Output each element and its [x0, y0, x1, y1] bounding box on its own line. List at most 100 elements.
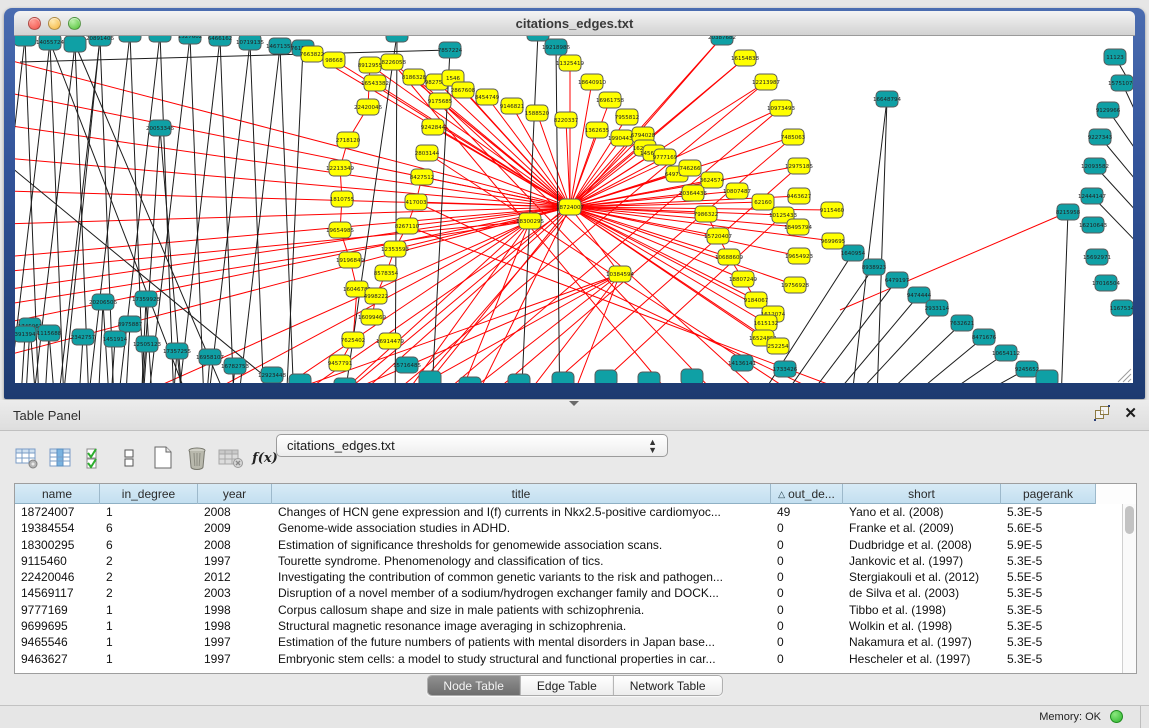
selected-node-9175685[interactable]: 9175685	[428, 93, 453, 109]
selected-node-9457791[interactable]: 9457791	[328, 355, 353, 371]
node-1115688[interactable]: 1115688	[37, 325, 62, 341]
selected-node-1588520[interactable]: 1588520	[525, 105, 550, 121]
selected-node-16961758[interactable]: 16961758	[596, 92, 624, 108]
selected-node-11325419[interactable]: 11325419	[556, 55, 584, 71]
node-1640954[interactable]: 1640954	[841, 245, 866, 261]
node-1527602[interactable]: 1527602	[178, 36, 203, 44]
selected-node-9115460[interactable]: 9115460	[820, 202, 845, 218]
column-header-pagerank[interactable]: pagerank	[1001, 484, 1096, 504]
selected-node-9777169[interactable]: 9777169	[653, 149, 678, 165]
selected-node-8912955[interactable]: 8912955	[358, 57, 383, 73]
node-unlabeled[interactable]	[552, 372, 574, 383]
selected-node-18640910[interactable]: 18640910	[578, 74, 606, 90]
selected-node-12975185[interactable]: 12975185	[785, 158, 813, 174]
selected-node-8267110[interactable]: 8267110	[395, 218, 420, 234]
selected-node-19654923[interactable]: 19654923	[785, 248, 813, 264]
network-canvas[interactable]: 1405572420891406106532871527602646616210…	[15, 36, 1133, 383]
node-7857224[interactable]: 7857224	[438, 42, 463, 58]
node-14055724[interactable]: 14055724	[36, 36, 64, 50]
node-unlabeled[interactable]	[289, 374, 311, 383]
selected-node-2803144[interactable]: 2803144	[415, 145, 440, 161]
node-16782753[interactable]: 16782753	[221, 358, 249, 374]
node-1733426[interactable]: 1733426	[773, 361, 798, 377]
table-row[interactable]: 969969511998Structural magnetic resonanc…	[15, 618, 1136, 634]
selected-node-8578354[interactable]: 8578354	[374, 265, 399, 281]
selected-node-16543382[interactable]: 16543382	[361, 75, 389, 91]
node-12093582[interactable]: 12093582	[1081, 158, 1109, 174]
node-unlabeled[interactable]	[681, 369, 703, 383]
selected-node-9146821[interactable]: 9146821	[500, 98, 525, 114]
window-titlebar[interactable]: citations_edges.txt	[14, 11, 1135, 36]
node-unlabeled[interactable]	[334, 378, 356, 383]
float-panel-icon[interactable]	[1095, 406, 1110, 421]
node-12444147[interactable]: 12444147	[1078, 188, 1106, 204]
node-17359928[interactable]: 17359928	[132, 291, 160, 307]
selected-node-16099469[interactable]: 16099469	[358, 309, 386, 325]
node-8975887[interactable]: 8975887	[118, 316, 143, 332]
node-20206506[interactable]: 20206506	[89, 294, 117, 310]
selected-node-1362635[interactable]: 1362635	[585, 122, 610, 138]
selected-node-8427512[interactable]: 8427512	[410, 169, 435, 185]
node-16210643[interactable]: 16210643	[1079, 217, 1107, 233]
panel-splitter-handle[interactable]	[569, 401, 579, 406]
selected-node-19654985[interactable]: 19654985	[326, 222, 354, 238]
delete-table-icon[interactable]	[218, 446, 244, 470]
selected-node-18724007[interactable]: 18724007	[556, 199, 584, 215]
node-unlabeled[interactable]	[119, 36, 141, 42]
node-10719135[interactable]: 10719135	[236, 36, 264, 50]
node-16958107[interactable]: 16958107	[196, 349, 224, 365]
node-unlabeled[interactable]	[419, 371, 441, 383]
node-unlabeled[interactable]	[1036, 370, 1058, 383]
selected-node-12213349[interactable]: 12213349	[326, 160, 354, 176]
node-19218986[interactable]: 19218986	[542, 39, 570, 55]
node-20387682[interactable]: 20387682	[708, 36, 736, 45]
node-8471676[interactable]: 8471676	[972, 329, 997, 345]
selected-node-7986322[interactable]: 7986322	[694, 206, 719, 222]
column-header-out_de[interactable]: △out_de...	[771, 484, 843, 504]
tab-edge-table[interactable]: Edge Table	[521, 676, 614, 695]
selected-node-10384594[interactable]: 10384594	[606, 266, 634, 282]
selected-node-18807249[interactable]: 18807249	[729, 271, 757, 287]
selected-node-4998222[interactable]: 4998222	[364, 288, 389, 304]
network-nodes[interactable]: 1405572420891406106532871527602646616210…	[15, 36, 1133, 383]
node-8938923[interactable]: 8938923	[862, 259, 887, 275]
node-14136141[interactable]: 14136141	[728, 355, 756, 371]
selected-node-10688609[interactable]: 10688609	[715, 249, 743, 265]
node-1167534[interactable]: 1167534	[1110, 300, 1133, 316]
node-20891406[interactable]: 20891406	[86, 36, 114, 46]
node-1451914[interactable]: 1451914	[103, 331, 128, 347]
node-8215958[interactable]: 8215958	[1056, 204, 1081, 220]
node-unlabeled[interactable]	[508, 374, 530, 383]
table-row[interactable]: 2242004622012Investigating the contribut…	[15, 569, 1136, 585]
column-header-in_degree[interactable]: in_degree	[100, 484, 198, 504]
node-7632621[interactable]: 7632621	[950, 315, 975, 331]
selected-node-2718120[interactable]: 2718120	[336, 132, 361, 148]
table-row[interactable]: 977716911998Corpus callosum shape and si…	[15, 602, 1136, 618]
node-unlabeled[interactable]	[638, 372, 660, 383]
table-row[interactable]: 911546021997Tourette syndrome. Phenomeno…	[15, 553, 1136, 569]
selected-node-16914479[interactable]: 16914479	[376, 333, 404, 349]
selected-node-18300295[interactable]: 18300295	[516, 213, 544, 229]
tab-network-table[interactable]: Network Table	[614, 676, 722, 695]
table-selector-dropdown[interactable]: citations_edges.txt ▲▼	[276, 434, 668, 457]
selected-node-9184067[interactable]: 9184067	[744, 292, 769, 308]
resize-grip-icon[interactable]	[1118, 369, 1131, 382]
selected-node-3624574[interactable]: 3624574	[700, 172, 725, 188]
selected-node-7625402[interactable]: 7625402	[341, 332, 366, 348]
column-header-short[interactable]: short	[843, 484, 1001, 504]
table-row[interactable]: 1872400712008Changes of HCN gene express…	[15, 504, 1136, 520]
new-column-icon[interactable]	[150, 446, 176, 470]
selected-node-10807487[interactable]: 10807487	[723, 183, 751, 199]
selected-node-16154838[interactable]: 16154838	[731, 50, 759, 66]
selected-node-1810755[interactable]: 1810755	[330, 191, 355, 207]
close-panel-icon[interactable]: ✕	[1124, 406, 1137, 421]
table-row[interactable]: 1830029562008Estimation of significance …	[15, 537, 1136, 553]
node-20053346[interactable]: 20053346	[146, 120, 174, 136]
node-12923448[interactable]: 12923448	[258, 367, 286, 383]
selected-node-9242844[interactable]: 9242844	[421, 119, 446, 135]
node-unlabeled[interactable]	[64, 36, 86, 52]
node-12505123[interactable]: 12505123	[133, 336, 161, 352]
table-mode-icon[interactable]	[14, 446, 40, 470]
selected-node-7485063[interactable]: 7485063	[781, 129, 806, 145]
selected-node-62160[interactable]: 62160	[752, 194, 774, 210]
